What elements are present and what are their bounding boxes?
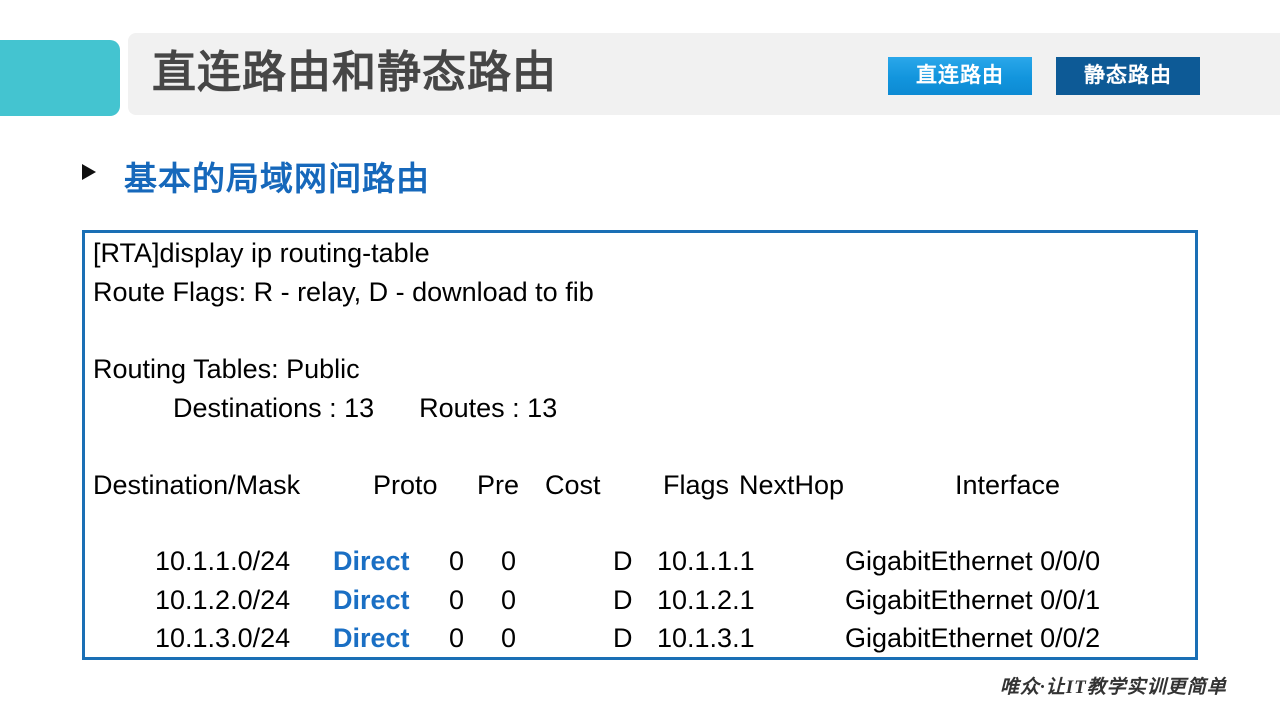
route-nexthop: 10.1.1.1 <box>657 546 755 576</box>
terminal-output-box: [RTA]display ip routing-table Route Flag… <box>82 230 1198 660</box>
route-flags: D <box>613 585 633 615</box>
route-pre: 0 <box>449 585 465 615</box>
route-nexthop: 10.1.2.1 <box>657 585 755 615</box>
column-header-flags: Flags <box>663 470 730 500</box>
route-flags: D <box>613 623 633 653</box>
route-destination: 10.1.1.0/24 <box>155 546 291 576</box>
route-proto: Direct <box>333 623 410 653</box>
route-cost: 0 <box>501 546 517 576</box>
route-nexthop: 10.1.3.1 <box>657 623 755 653</box>
route-destination: 10.1.2.0/24 <box>155 585 291 615</box>
route-pre: 0 <box>449 623 465 653</box>
route-cost: 0 <box>501 623 517 653</box>
triangle-right-icon <box>82 164 96 180</box>
column-header-interface: Interface <box>955 470 1061 500</box>
column-header-cost: Cost <box>545 470 601 500</box>
terminal-separator-line: ----------------------------------------… <box>93 309 936 313</box>
route-destination: 10.1.3.0/24 <box>155 623 291 653</box>
footer-watermark: 唯众·让IT教学实训更简单 <box>1000 677 1227 698</box>
page-title: 直连路由和静态路由 <box>152 48 557 97</box>
terminal-routing-table-scope: Routing Tables: Public <box>93 354 360 384</box>
route-proto: Direct <box>333 585 410 615</box>
route-interface: GigabitEthernet 0/0/0 <box>845 546 1101 576</box>
header-accent-block <box>0 40 120 116</box>
route-interface: GigabitEthernet 0/0/2 <box>845 623 1101 653</box>
header-badge-direct-route[interactable]: 直连路由 <box>888 57 1032 95</box>
header-badge-static-route[interactable]: 静态路由 <box>1056 57 1200 95</box>
section-title: 基本的局域网间路由 <box>124 160 430 197</box>
route-cost: 0 <box>501 585 517 615</box>
route-proto: Direct <box>333 546 410 576</box>
terminal-summary-counts: Destinations : 13 Routes : 13 <box>173 393 558 423</box>
column-header-destination-mask: Destination/Mask <box>93 470 301 500</box>
column-header-nexthop: NextHop <box>739 470 845 500</box>
route-interface: GigabitEthernet 0/0/1 <box>845 585 1101 615</box>
terminal-prompt-line: [RTA]display ip routing-table <box>93 238 430 268</box>
terminal-route-flags-line: Route Flags: R - relay, D - download to … <box>93 277 594 307</box>
terminal-content: [RTA]display ip routing-table Route Flag… <box>85 233 1195 657</box>
column-header-pre: Pre <box>477 470 520 500</box>
route-flags: D <box>613 546 633 576</box>
column-header-proto: Proto <box>373 470 438 500</box>
route-pre: 0 <box>449 546 465 576</box>
